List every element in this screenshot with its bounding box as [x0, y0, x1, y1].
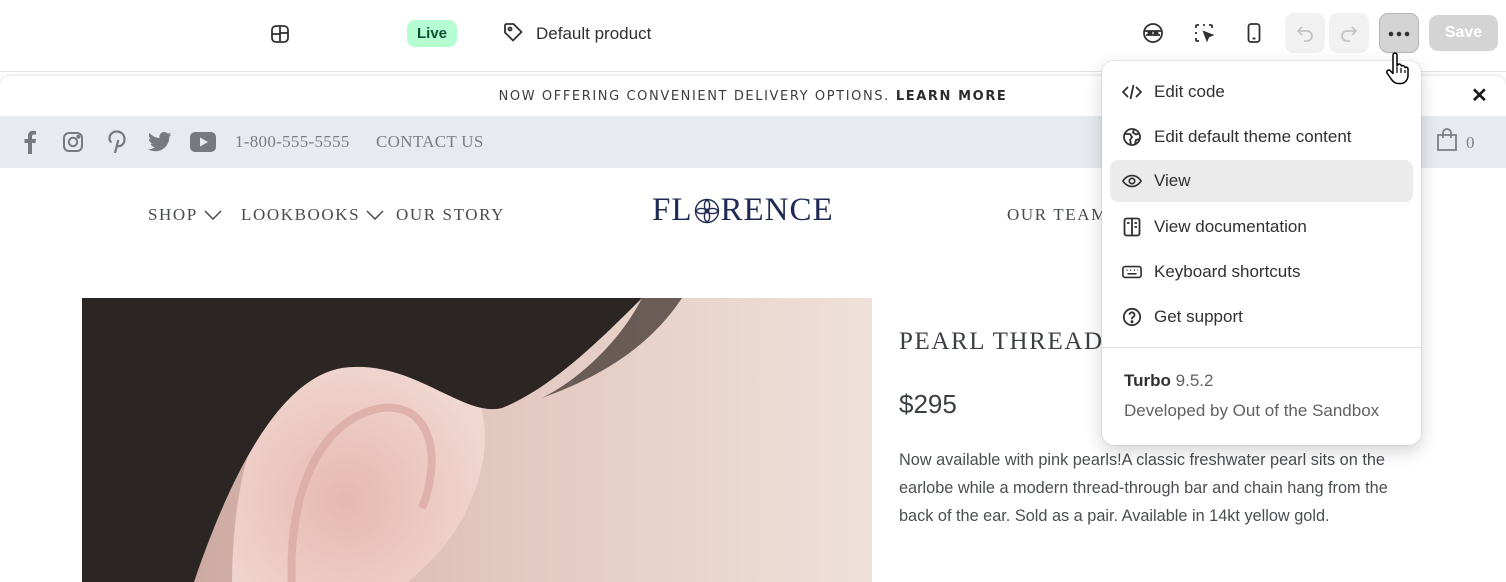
cart-button[interactable]: 0	[1436, 128, 1475, 157]
inspect-icon[interactable]	[1184, 13, 1224, 53]
more-actions-button[interactable]	[1379, 13, 1419, 53]
announcement-link[interactable]: LEARN MORE	[896, 89, 1008, 104]
menu-item-edit-code[interactable]: Edit code	[1110, 71, 1413, 113]
layout-icon[interactable]	[268, 22, 292, 46]
menu-item-keyboard-shortcuts[interactable]: Keyboard shortcuts	[1110, 251, 1413, 293]
nav-item-our-team[interactable]: OUR TEAM	[1007, 205, 1108, 225]
menu-item-label: Edit code	[1154, 82, 1225, 101]
chevron-down-icon	[204, 205, 222, 225]
menu-item-label: Get support	[1154, 307, 1243, 326]
twitter-icon[interactable]	[147, 129, 173, 155]
store-logo[interactable]: FL RENCE	[652, 192, 834, 229]
menu-item-view[interactable]: View	[1110, 160, 1413, 202]
product-image[interactable]	[82, 298, 872, 582]
theme-version: 9.5.2	[1175, 371, 1214, 390]
menu-item-get-support[interactable]: Get support	[1110, 296, 1413, 338]
more-actions-menu: Edit code Edit default theme content Vie…	[1102, 61, 1421, 445]
product-price: $295	[899, 389, 957, 419]
status-badge: Live	[407, 20, 458, 47]
menu-item-label: Edit default theme content	[1154, 127, 1352, 146]
theme-icon[interactable]	[1133, 13, 1173, 53]
nav-item-label: OUR TEAM	[1007, 205, 1108, 224]
mobile-icon[interactable]	[1234, 13, 1274, 53]
product-picker-label: Default product	[536, 24, 652, 43]
globe-icon	[1122, 127, 1142, 147]
nav-item-label: LOOKBOOKS	[241, 205, 361, 224]
phone-number[interactable]: 1-800-555-5555	[235, 132, 350, 152]
nav-item-shop[interactable]: SHOP	[148, 205, 222, 225]
eye-icon	[1122, 171, 1142, 191]
product-description: Now available with pink pearls!A classic…	[899, 451, 1388, 525]
keyboard-icon	[1122, 262, 1142, 282]
chevron-down-icon	[366, 205, 384, 225]
help-icon	[1122, 307, 1142, 327]
book-icon	[1122, 217, 1142, 237]
youtube-icon[interactable]	[190, 129, 216, 155]
hand-cursor-icon	[1385, 52, 1411, 93]
flower-icon	[694, 198, 720, 224]
menu-item-view-documentation[interactable]: View documentation	[1110, 206, 1413, 248]
theme-name: Turbo	[1124, 371, 1171, 390]
menu-item-label: Keyboard shortcuts	[1154, 262, 1301, 281]
code-icon	[1122, 82, 1142, 102]
menu-item-label: View	[1154, 171, 1191, 190]
theme-developer: Developed by Out of the Sandbox	[1124, 401, 1380, 420]
logo-text-end: RENCE	[720, 192, 834, 228]
nav-item-label: SHOP	[148, 205, 198, 224]
nav-item-our-story[interactable]: OUR STORY	[396, 205, 505, 225]
contact-us-link[interactable]: CONTACT US	[376, 132, 484, 152]
instagram-icon[interactable]	[60, 129, 86, 155]
cart-count: 0	[1466, 132, 1475, 152]
facebook-icon[interactable]	[17, 129, 43, 155]
close-icon[interactable]: ✕	[1471, 86, 1488, 106]
product-picker[interactable]: Default product	[502, 18, 651, 50]
more-icon	[1388, 24, 1410, 42]
announcement-text: NOW OFFERING CONVENIENT DELIVERY OPTIONS…	[498, 88, 890, 104]
menu-divider	[1102, 347, 1421, 348]
shopping-bag-icon	[1436, 128, 1458, 157]
menu-item-label: View documentation	[1154, 217, 1307, 236]
pinterest-icon[interactable]	[104, 129, 130, 155]
menu-item-edit-default-theme-content[interactable]: Edit default theme content	[1110, 116, 1413, 158]
tag-icon	[502, 21, 524, 48]
undo-icon[interactable]	[1285, 13, 1325, 53]
redo-icon[interactable]	[1329, 13, 1369, 53]
logo-text-start: FL	[652, 192, 693, 228]
theme-info: Turbo 9.5.2	[1124, 371, 1213, 391]
nav-item-lookbooks[interactable]: LOOKBOOKS	[241, 205, 384, 225]
save-button[interactable]: Save	[1429, 15, 1498, 51]
nav-item-label: OUR STORY	[396, 205, 506, 224]
